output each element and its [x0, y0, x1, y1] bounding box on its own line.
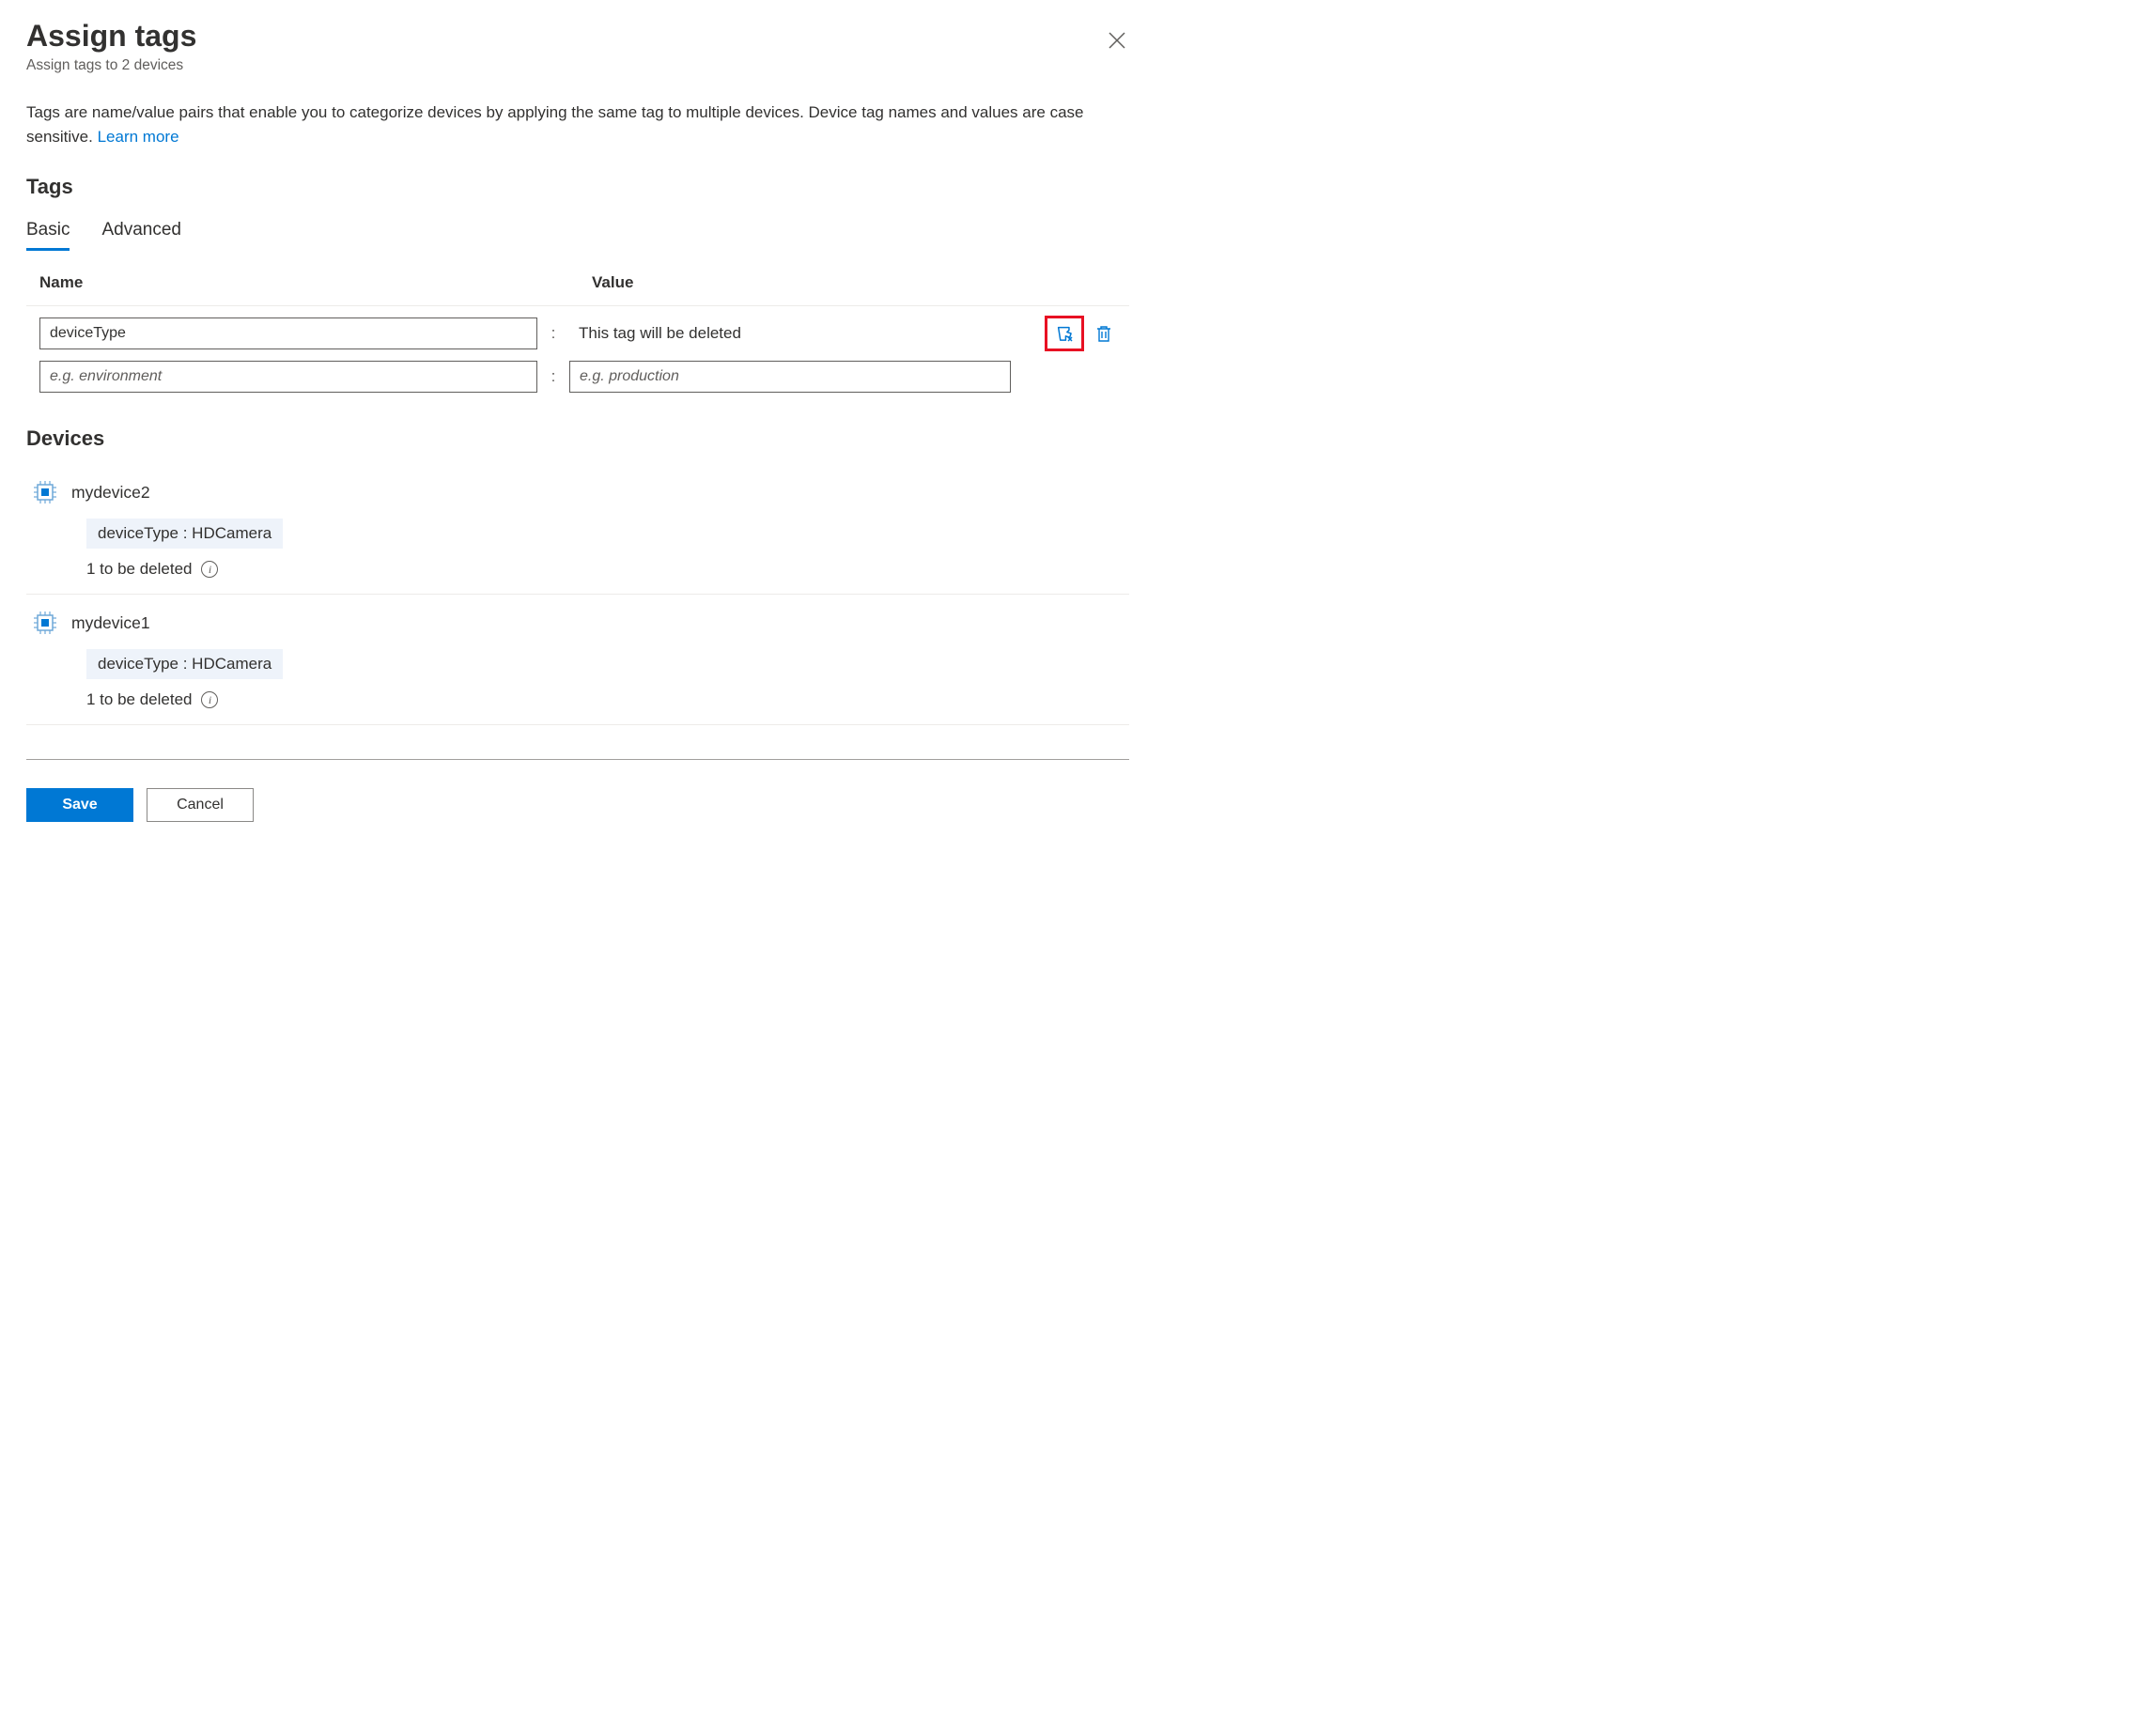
trash-icon — [1094, 323, 1114, 344]
info-icon[interactable]: i — [201, 561, 218, 578]
tag-row-new: : — [26, 351, 1129, 393]
device-delete-note: 1 to be deleted i — [86, 690, 1124, 709]
tab-advanced[interactable]: Advanced — [101, 220, 181, 251]
close-button[interactable] — [1105, 28, 1129, 53]
page-subtitle: Assign tags to 2 devices — [26, 57, 196, 74]
cancel-button[interactable]: Cancel — [147, 788, 254, 822]
device-tag-pill: deviceType : HDCamera — [86, 519, 283, 549]
device-delete-note: 1 to be deleted i — [86, 560, 1124, 579]
column-name: Name — [39, 273, 592, 292]
description-text: Tags are name/value pairs that enable yo… — [26, 101, 1129, 148]
devices-heading: Devices — [26, 426, 1129, 451]
description-body: Tags are name/value pairs that enable yo… — [26, 103, 1083, 146]
chip-icon — [32, 610, 58, 636]
device-name: mydevice1 — [71, 613, 150, 633]
delete-note-text: 1 to be deleted — [86, 690, 192, 709]
colon-separator: : — [549, 367, 558, 386]
delete-note-text: 1 to be deleted — [86, 560, 192, 579]
learn-more-link[interactable]: Learn more — [98, 128, 179, 146]
colon-separator: : — [549, 324, 558, 343]
device-tag-pill: deviceType : HDCamera — [86, 649, 283, 679]
delete-tag-button[interactable] — [1092, 321, 1116, 346]
tag-row-0: : This tag will be deleted — [26, 306, 1129, 351]
undo-delete-highlight — [1045, 316, 1084, 351]
device-item: mydevice2 deviceType : HDCamera 1 to be … — [26, 464, 1129, 595]
tag-undo-icon — [1053, 322, 1076, 345]
column-value: Value — [592, 273, 1116, 292]
tag-value-text-0: This tag will be deleted — [569, 324, 1011, 343]
tag-value-input-new[interactable] — [569, 361, 1011, 393]
tags-heading: Tags — [26, 175, 1129, 199]
tag-name-input-0[interactable] — [39, 317, 537, 349]
tabs: Basic Advanced — [26, 220, 1129, 251]
device-item: mydevice1 deviceType : HDCamera 1 to be … — [26, 595, 1129, 725]
save-button[interactable]: Save — [26, 788, 133, 822]
page-title: Assign tags — [26, 19, 196, 54]
info-icon[interactable]: i — [201, 691, 218, 708]
chip-icon — [32, 479, 58, 505]
close-icon — [1109, 32, 1125, 49]
tab-basic[interactable]: Basic — [26, 220, 70, 251]
column-headers: Name Value — [26, 273, 1129, 306]
undo-delete-tag-button[interactable] — [1051, 320, 1078, 347]
tag-name-input-new[interactable] — [39, 361, 537, 393]
device-name: mydevice2 — [71, 483, 150, 503]
